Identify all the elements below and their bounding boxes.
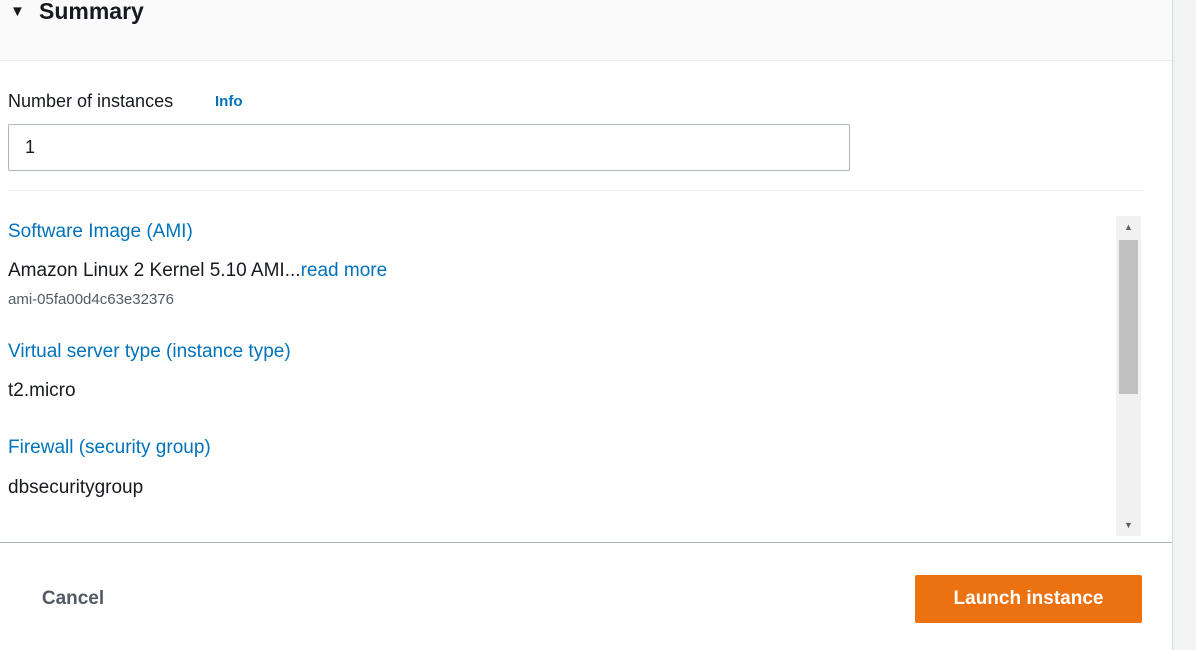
summary-header[interactable]: ▼ Summary — [0, 0, 1172, 61]
cancel-button[interactable]: Cancel — [20, 576, 126, 622]
scrollbar-thumb[interactable] — [1119, 240, 1138, 394]
ami-heading[interactable]: Software Image (AMI) — [8, 220, 193, 244]
instance-type-value: t2.micro — [8, 380, 76, 401]
read-more-link[interactable]: read more — [301, 260, 388, 281]
instance-type-heading[interactable]: Virtual server type (instance type) — [8, 340, 291, 364]
number-of-instances-input[interactable] — [8, 124, 850, 171]
caret-down-icon[interactable]: ▼ — [10, 3, 25, 21]
firewall-value: dbsecuritygroup — [8, 477, 144, 498]
launch-instance-button[interactable]: Launch instance — [915, 575, 1142, 623]
ami-id: ami-05fa00d4c63e32376 — [8, 291, 174, 308]
vertical-scrollbar[interactable]: ▲ ▼ — [1116, 216, 1141, 536]
section-divider — [8, 190, 1143, 191]
arrow-up-icon[interactable]: ▲ — [1116, 216, 1141, 238]
firewall-heading[interactable]: Firewall (security group) — [8, 436, 211, 460]
summary-panel: ▼ Summary Number of instances Info Softw… — [0, 0, 1173, 650]
footer-divider — [0, 542, 1172, 543]
info-link[interactable]: Info — [215, 92, 243, 112]
arrow-down-icon[interactable]: ▼ — [1116, 514, 1141, 536]
summary-title: Summary — [39, 0, 144, 24]
ami-name: Amazon Linux 2 Kernel 5.10 AMI... — [8, 260, 301, 281]
ami-value: Amazon Linux 2 Kernel 5.10 AMI...read mo… — [8, 259, 387, 283]
instances-label: Number of instances — [8, 91, 174, 111]
summary-details-scroll-area[interactable]: Software Image (AMI) Amazon Linux 2 Kern… — [0, 214, 1142, 536]
